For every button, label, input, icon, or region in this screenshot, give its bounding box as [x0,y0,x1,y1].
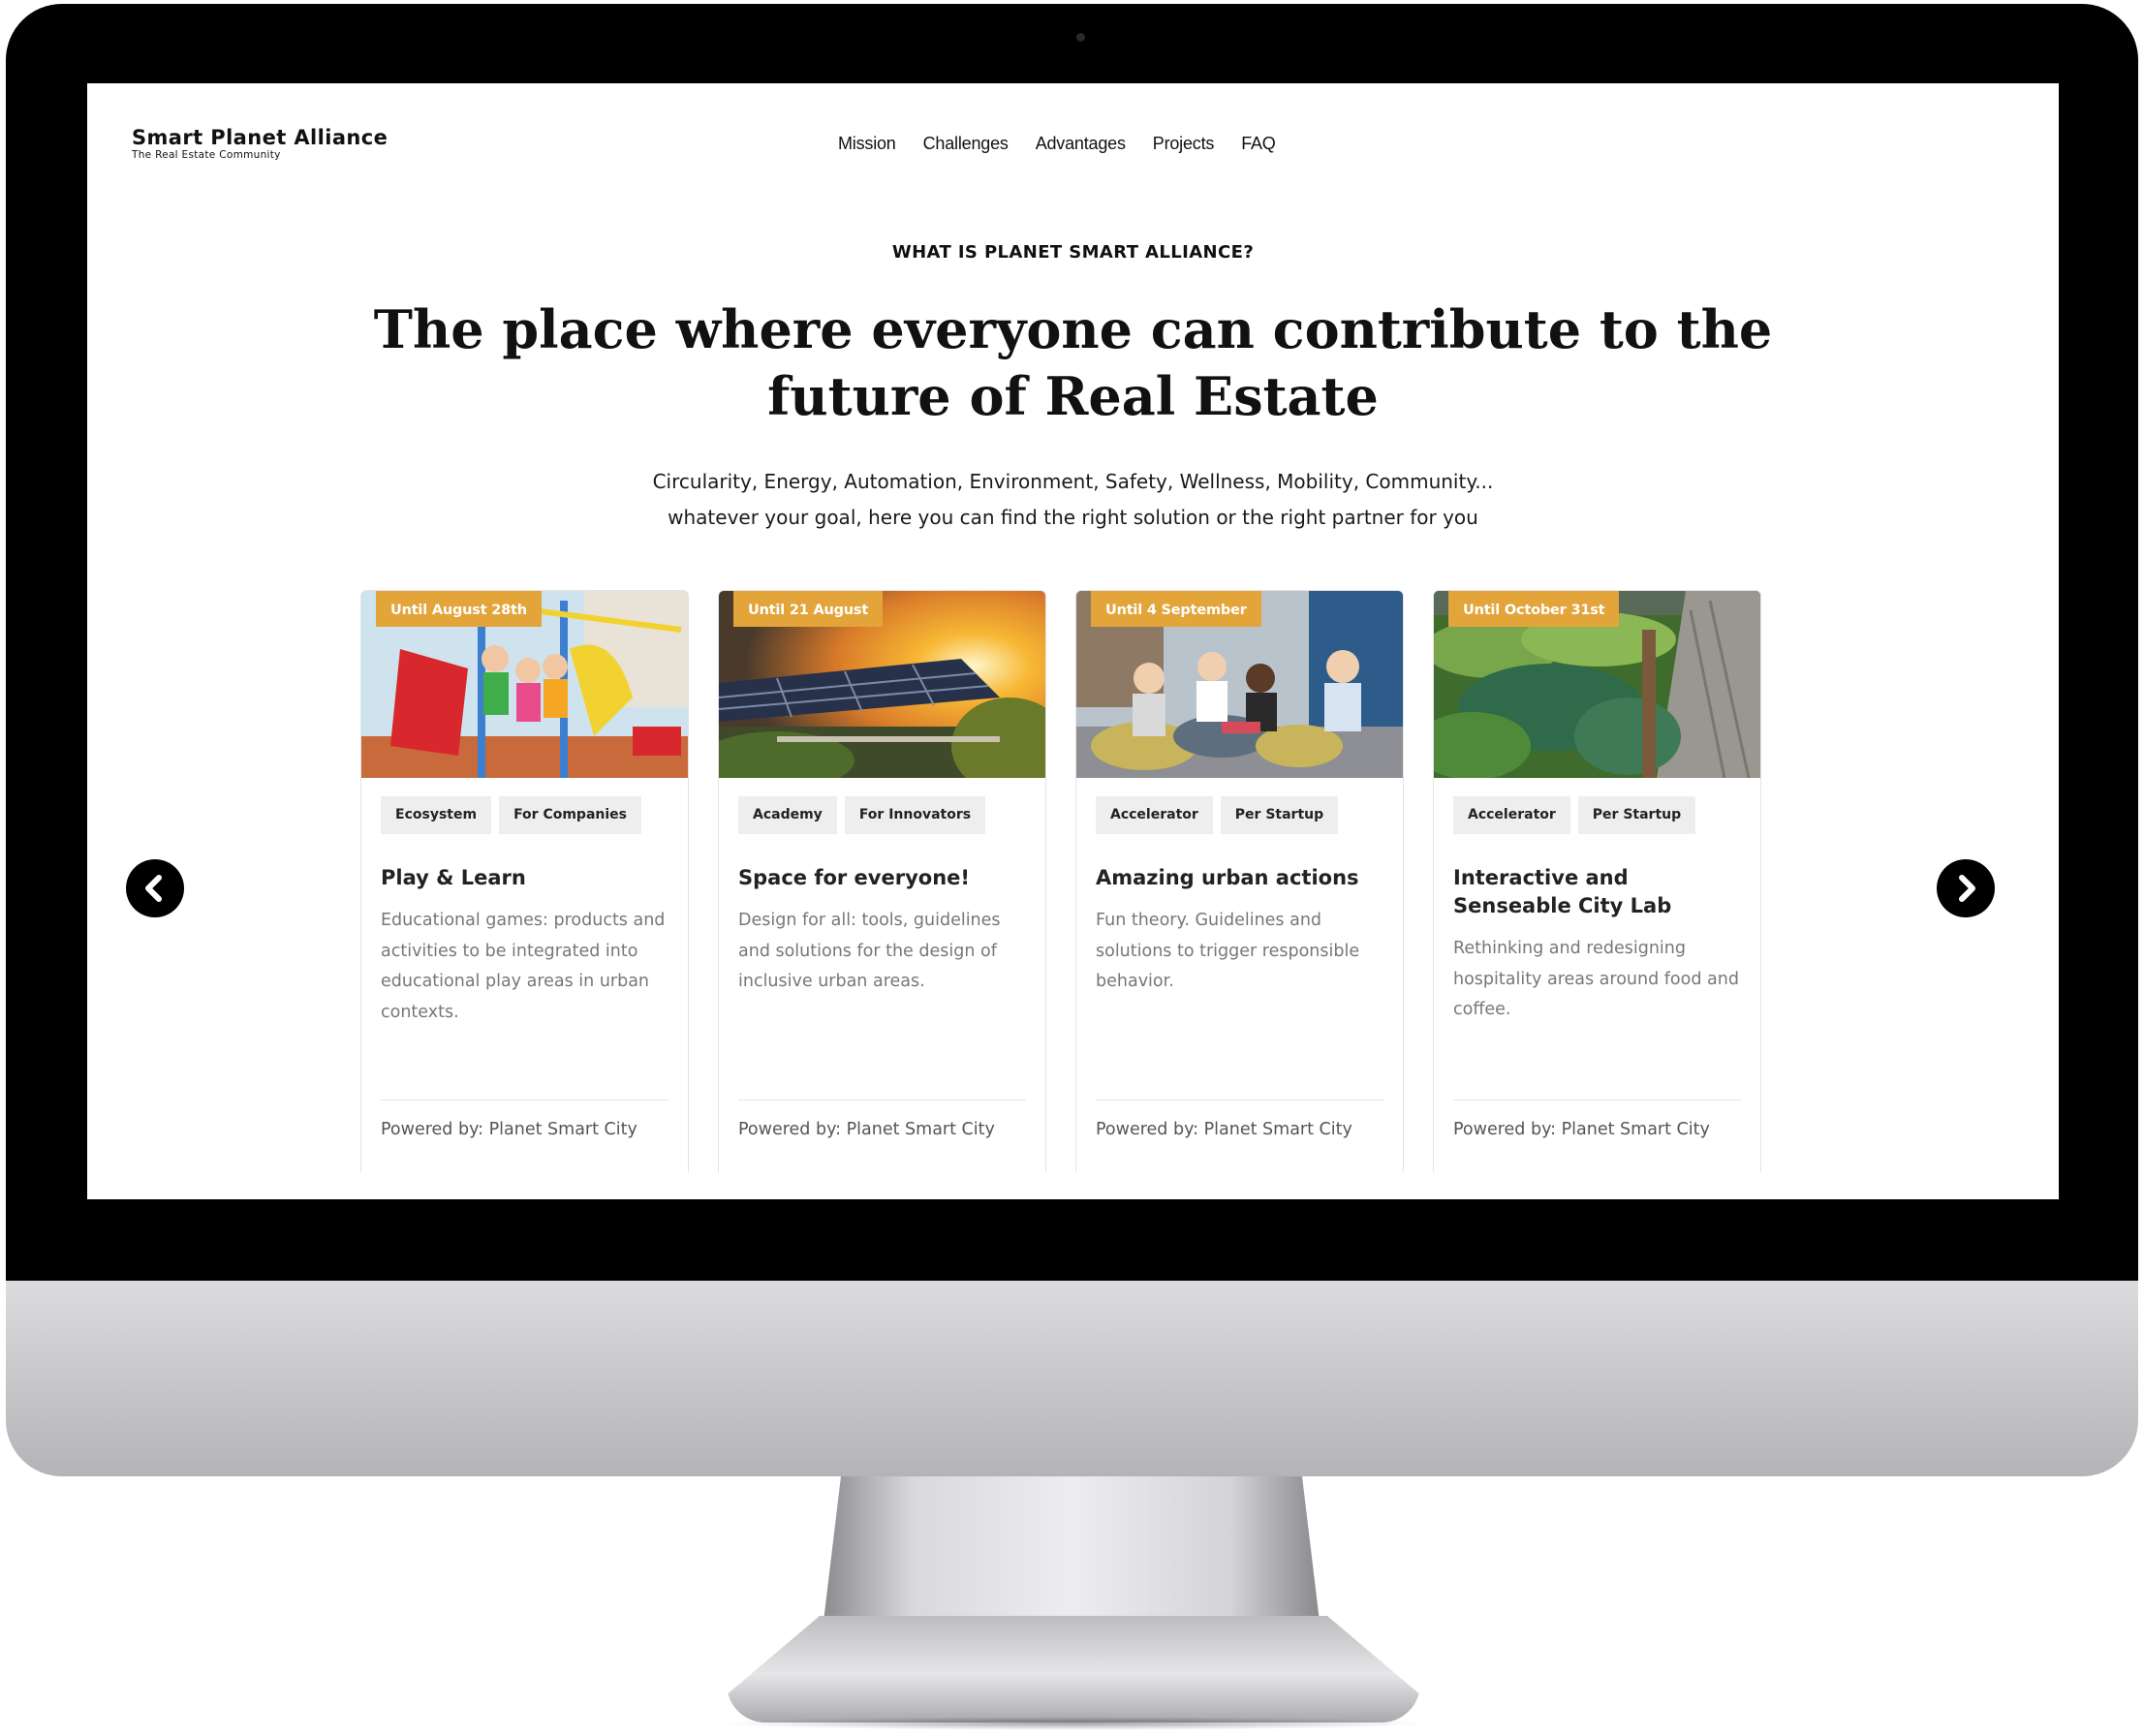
brand-tagline: The Real Estate Community [132,149,281,161]
nav-item-challenges[interactable]: Challenges [923,134,1009,154]
card-title[interactable]: Interactive and Senseable City Lab [1453,864,1744,920]
chevron-left-icon [145,875,162,902]
tag[interactable]: Academy [738,796,837,834]
hero-subtitle: Circularity, Energy, Automation, Environ… [87,464,2059,536]
site-logo[interactable]: Smart Planet Alliance The Real Estate Co… [132,126,388,161]
subtitle-line-1: Circularity, Energy, Automation, Environ… [652,470,1494,493]
deadline-badge: Until August 28th [376,591,542,627]
card-image-solar-panels: Until 21 August [719,591,1045,778]
subtitle-line-2: whatever your goal, here you can find th… [668,506,1478,529]
card-image-meeting: Until 4 September [1076,591,1403,778]
card-description: Educational games: products and activiti… [381,911,666,1022]
card-description: Rethinking and redesigning hospitality a… [1453,939,1739,1019]
tag[interactable]: Per Startup [1220,796,1339,834]
carousel-next-button[interactable] [1937,859,1995,917]
headline-line-1: The place where everyone can contribute … [373,298,1773,360]
card-title[interactable]: Play & Learn [381,864,671,892]
card-powered-by: Powered by: Planet Smart City [1453,1120,1710,1139]
carousel-prev-button[interactable] [126,859,184,917]
section-eyebrow: WHAT IS PLANET SMART ALLIANCE? [891,242,1255,263]
camera-icon [1076,33,1085,42]
deadline-badge: Until October 31st [1448,591,1620,627]
card-tags: Ecosystem For Companies [381,796,641,834]
chevron-right-icon [1959,875,1975,902]
challenge-card[interactable]: Until August 28th Ecosystem For Companie… [360,590,689,1172]
monitor-chin [6,1281,2138,1476]
card-title[interactable]: Space for everyone! [738,864,1029,892]
tag[interactable]: Per Startup [1577,796,1696,834]
card-title[interactable]: Amazing urban actions [1096,864,1386,892]
card-image-playground: Until August 28th [361,591,688,778]
card-powered-by: Powered by: Planet Smart City [1096,1120,1352,1139]
nav-item-advantages[interactable]: Advantages [1036,134,1126,154]
tag[interactable]: For Innovators [844,796,986,834]
tag[interactable]: Accelerator [1453,796,1570,834]
tag[interactable]: Ecosystem [381,796,492,834]
website-screen: Smart Planet Alliance The Real Estate Co… [87,83,2059,1199]
nav-item-projects[interactable]: Projects [1153,134,1215,154]
card-tags: Accelerator Per Startup [1453,796,1696,834]
card-tags: Accelerator Per Startup [1096,796,1339,834]
challenge-card[interactable]: Until 21 August Academy For Innovators S… [718,590,1046,1172]
card-tags: Academy For Innovators [738,796,986,834]
card-description: Fun theory. Guidelines and solutions to … [1096,911,1360,991]
card-image-urban-garden: Until October 31st [1434,591,1760,778]
hero-headline: The place where everyone can contribute … [87,296,2059,430]
main-nav: Mission Challenges Advantages Projects F… [838,134,1276,154]
tag[interactable]: For Companies [499,796,641,834]
headline-line-2: future of Real Estate [767,365,1379,427]
monitor-stand-base [727,1616,1420,1722]
tag[interactable]: Accelerator [1096,796,1213,834]
deadline-badge: Until 4 September [1091,591,1261,627]
card-powered-by: Powered by: Planet Smart City [738,1120,995,1139]
challenge-card[interactable]: Until 4 September Accelerator Per Startu… [1075,590,1404,1172]
monitor-stand-shadow [717,1717,1430,1730]
card-description: Design for all: tools, guidelines and so… [738,911,1001,991]
nav-item-faq[interactable]: FAQ [1241,134,1276,154]
card-powered-by: Powered by: Planet Smart City [381,1120,637,1139]
challenge-card[interactable]: Until October 31st Accelerator Per Start… [1433,590,1761,1172]
deadline-badge: Until 21 August [733,591,884,627]
nav-item-mission[interactable]: Mission [838,134,896,154]
monitor-stand-neck [823,1476,1320,1622]
brand-name: Smart Planet Alliance [132,126,388,149]
